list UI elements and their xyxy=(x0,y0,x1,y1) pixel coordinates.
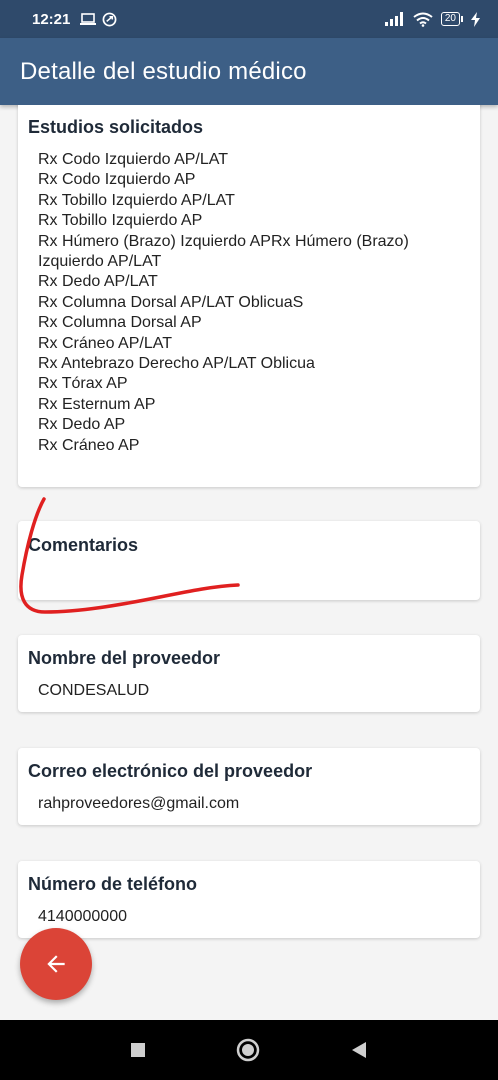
charging-icon xyxy=(471,11,480,27)
status-time: 12:21 xyxy=(32,10,71,28)
provider-card: Nombre del proveedor CONDESALUD xyxy=(18,635,480,712)
study-item: Izquierdo AP/LAT xyxy=(38,253,162,271)
app-bar: Detalle del estudio médico xyxy=(0,38,498,105)
studies-card: Estudios solicitados Rx Codo Izquierdo A… xyxy=(18,105,480,487)
studies-list: Rx Codo Izquierdo AP/LAT Rx Codo Izquier… xyxy=(28,150,470,456)
study-item: Rx Columna Dorsal AP/LAT OblicuaS xyxy=(38,293,304,311)
study-item: Rx Tobillo Izquierdo AP/LAT xyxy=(38,191,235,209)
study-item: Rx Cráneo AP xyxy=(38,436,140,454)
email-card: Correo electrónico del proveedor rahprov… xyxy=(18,748,480,825)
detail-content[interactable]: Estudios solicitados Rx Codo Izquierdo A… xyxy=(0,105,498,1020)
comments-card: Comentarios xyxy=(18,521,480,600)
study-item: Rx Tórax AP xyxy=(38,375,128,393)
back-icon[interactable] xyxy=(350,1041,368,1059)
email-value: rahproveedores@gmail.com xyxy=(38,795,240,812)
phone-title: Número de teléfono xyxy=(28,874,198,894)
sync-icon xyxy=(102,12,117,26)
phone-card: Número de teléfono 4140000000 xyxy=(18,861,480,938)
arrow-back-icon xyxy=(47,955,65,973)
study-item: Rx Esternum AP xyxy=(38,395,156,413)
study-item: Rx Columna Dorsal AP xyxy=(38,314,202,332)
study-item: Rx Codo Izquierdo AP xyxy=(38,171,196,189)
battery-level: 20 xyxy=(440,12,460,26)
battery-icon: 20 xyxy=(440,12,463,26)
home-icon[interactable] xyxy=(236,1038,260,1062)
page-title: Detalle del estudio médico xyxy=(20,57,307,85)
comments-title: Comentarios xyxy=(28,535,139,555)
signal-icon xyxy=(384,12,403,26)
provider-value: CONDESALUD xyxy=(38,682,150,699)
email-title: Correo electrónico del proveedor xyxy=(28,761,313,781)
study-item: Rx Antebrazo Derecho AP/LAT Oblicua xyxy=(38,355,315,373)
study-item: Rx Cráneo AP/LAT xyxy=(38,334,172,352)
laptop-icon xyxy=(80,13,97,25)
wifi-icon xyxy=(413,12,433,27)
study-item: Rx Húmero (Brazo) Izquierdo APRx Húmero … xyxy=(38,232,409,250)
phone-value: 4140000000 xyxy=(38,908,127,925)
study-item: Rx Dedo AP/LAT xyxy=(38,273,158,291)
status-bar: 12:21 20 xyxy=(0,0,498,38)
study-item: Rx Codo Izquierdo AP/LAT xyxy=(38,151,229,168)
provider-title: Nombre del proveedor xyxy=(28,648,221,668)
back-button[interactable] xyxy=(20,928,92,1000)
recent-apps-icon[interactable] xyxy=(130,1042,146,1058)
nav-bar xyxy=(0,1020,498,1080)
study-item: Rx Tobillo Izquierdo AP xyxy=(38,212,203,230)
studies-title: Estudios solicitados xyxy=(28,117,204,137)
study-item: Rx Dedo AP xyxy=(38,416,126,434)
